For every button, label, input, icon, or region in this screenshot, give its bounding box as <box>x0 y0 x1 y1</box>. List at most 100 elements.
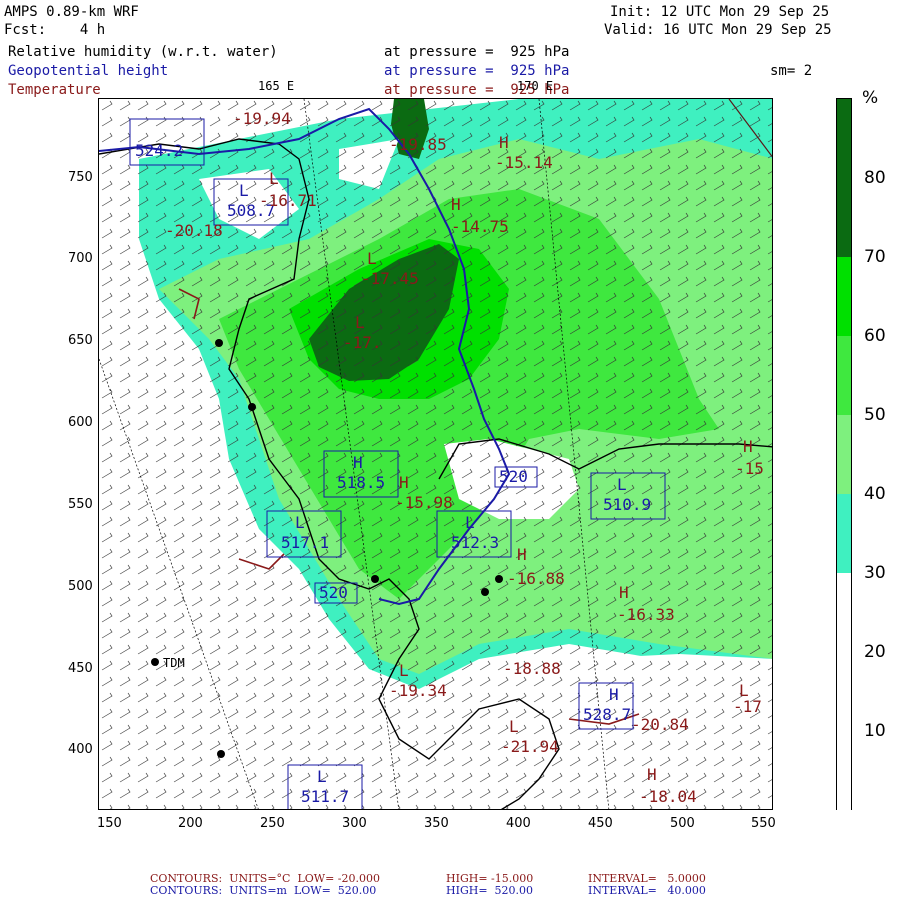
temp-extremum-kind: H <box>517 545 527 564</box>
height-extremum-kind: L <box>617 475 627 494</box>
temp-extremum-kind: L <box>269 169 279 188</box>
temp-extremum-value: -15.98 <box>395 493 453 512</box>
station-dot <box>371 575 379 583</box>
colorbar-tick: 30 <box>864 563 886 583</box>
temp-extremum-value: -15.14 <box>495 153 553 172</box>
x-tick: 250 <box>260 816 285 831</box>
y-tick: 750 <box>68 170 93 185</box>
colorbar-segment-30-40 <box>837 494 851 573</box>
colorbar-tick: 80 <box>864 168 886 188</box>
temp-extremum-kind: H <box>647 765 657 784</box>
height-extremum-kind: L <box>295 513 305 532</box>
temp-extremum-value: -21.94 <box>501 737 559 756</box>
station-dot <box>151 658 159 666</box>
footer-height-interval: INTERVAL= 40.000 <box>588 884 706 897</box>
colorbar-tick: 20 <box>864 642 886 662</box>
y-tick: 700 <box>68 251 93 266</box>
x-tick: 400 <box>506 816 531 831</box>
x-tick: 300 <box>342 816 367 831</box>
colorbar-tick: 70 <box>864 247 886 267</box>
map-svg <box>99 99 772 809</box>
map-panel: TDM 524.2 L 508.7 H 518.5 L 517.1 L 512.… <box>98 98 773 810</box>
x-tick: 450 <box>588 816 613 831</box>
temp-extremum-value: -18.88 <box>503 659 561 678</box>
temp-extremum-value: -18.04 <box>639 787 697 806</box>
forecast-hour: Fcst: 4 h <box>4 22 106 38</box>
temp-extremum-value: -20.84 <box>631 715 689 734</box>
height-extremum-kind: H <box>353 453 363 472</box>
height-extremum-value: 511.7 <box>301 787 350 806</box>
colorbar-tick: 60 <box>864 326 886 346</box>
height-extremum-value: 524.2 <box>135 141 184 160</box>
station-dot <box>215 339 223 347</box>
x-tick: 200 <box>178 816 203 831</box>
y-tick: 450 <box>68 661 93 676</box>
temp-extremum-kind: H <box>499 133 509 152</box>
x-tick: 350 <box>424 816 449 831</box>
temp-extremum-kind: H <box>399 473 409 492</box>
temp-extremum-value: -17 <box>733 697 762 716</box>
x-tick: 500 <box>670 816 695 831</box>
colorbar-segment-0-30 <box>837 573 851 811</box>
y-tick: 650 <box>68 333 93 348</box>
colorbar-unit: % <box>862 88 879 108</box>
station-label-tdm: TDM <box>163 656 185 670</box>
temp-extremum-kind: H <box>451 195 461 214</box>
y-tick: 400 <box>68 742 93 757</box>
station-dot <box>248 403 256 411</box>
lon-label-165: 165 E <box>258 79 295 93</box>
station-dot <box>495 575 503 583</box>
temp-extremum-kind: L <box>355 313 365 332</box>
colorbar-segment-60-70 <box>837 257 851 336</box>
temp-extremum-value: -16.88 <box>507 569 565 588</box>
y-tick: 500 <box>68 579 93 594</box>
temp-extremum-value: -17.45 <box>361 269 419 288</box>
station-dot <box>481 588 489 596</box>
height-extremum-value: 528.7 <box>583 705 632 724</box>
temp-extremum-value: -15 <box>735 459 764 478</box>
height-extremum-value: 510.9 <box>603 495 652 514</box>
colorbar-segment-70plus <box>837 99 851 257</box>
temp-extremum-kind: L <box>509 717 519 736</box>
x-tick: 150 <box>97 816 122 831</box>
field-height-name: Geopotential height <box>8 63 169 79</box>
height-extremum-kind: L <box>239 181 249 200</box>
contour-label-520: 520 <box>319 583 348 602</box>
temp-extremum-kind: L <box>399 661 409 680</box>
height-extremum-value: 518.5 <box>337 473 386 492</box>
product-title: AMPS 0.89-km WRF <box>4 4 139 20</box>
colorbar <box>836 98 852 811</box>
temp-extremum-value: -16.33 <box>617 605 675 624</box>
y-tick: 550 <box>68 497 93 512</box>
field-rh-level: at pressure = 925 hPa <box>384 44 570 60</box>
x-tick: 550 <box>751 816 776 831</box>
height-extremum-kind: H <box>609 685 619 704</box>
temp-extremum-value: -16.71 <box>259 191 317 210</box>
smoothing-label: sm= 2 <box>770 63 813 79</box>
wind-barbs <box>99 99 772 809</box>
init-time: Init: 12 UTC Mon 29 Sep 25 <box>610 4 830 20</box>
temp-extremum-value: -19.94 <box>233 109 291 128</box>
colorbar-tick: 10 <box>864 721 886 741</box>
temp-extremum-value: -19.34 <box>389 681 447 700</box>
footer-height-contours: CONTOURS: UNITS=m LOW= 520.00 <box>150 884 377 897</box>
valid-time: Valid: 16 UTC Mon 29 Sep 25 <box>604 22 832 38</box>
temp-extremum-kind: H <box>743 437 753 456</box>
lon-label-170: 170 E <box>517 79 554 93</box>
colorbar-segment-50-60 <box>837 336 851 415</box>
field-temp-name: Temperature <box>8 82 101 98</box>
temp-extremum-value: -20.18 <box>165 221 223 240</box>
colorbar-tick: 50 <box>864 405 886 425</box>
height-extremum-kind: L <box>465 513 475 532</box>
height-extremum-value: 517.1 <box>281 533 330 552</box>
station-dot <box>217 750 225 758</box>
height-extremum-value: 512.3 <box>451 533 500 552</box>
colorbar-tick: 40 <box>864 484 886 504</box>
height-extremum-kind: L <box>317 767 327 786</box>
colorbar-segment-40-50 <box>837 415 851 494</box>
temp-extremum-value: -14.75 <box>451 217 509 236</box>
contour-label-520: 520 <box>499 467 528 486</box>
temp-extremum-kind: L <box>367 249 377 268</box>
field-height-level: at pressure = 925 hPa <box>384 63 570 79</box>
temp-extremum-kind: H <box>619 583 629 602</box>
